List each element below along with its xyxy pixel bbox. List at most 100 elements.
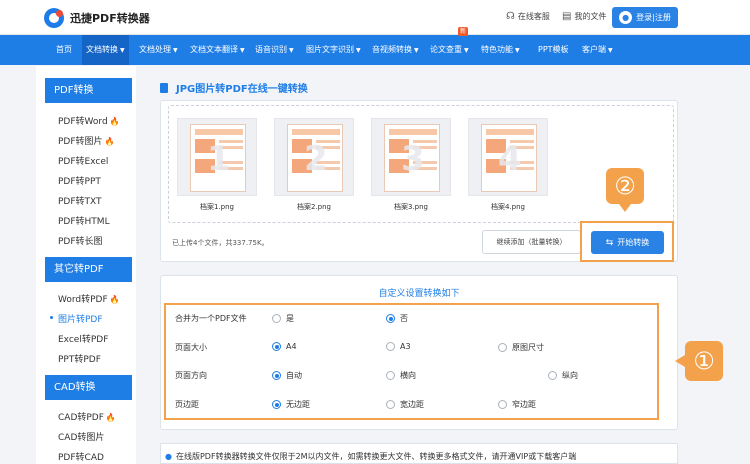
page-size-original-radio[interactable]: 原图尺寸	[498, 342, 544, 353]
file-name: 档案4.png	[490, 203, 525, 211]
sidebar-item-image-to-pdf[interactable]: 图片转PDF	[58, 312, 103, 325]
radio-circle	[548, 371, 557, 380]
preview-header	[389, 129, 437, 135]
upload-status: 已上传4个文件，共337.75K。	[172, 239, 269, 247]
sidebar-item-ppt-to-pdf[interactable]: PPT转PDF	[58, 352, 101, 365]
radio-circle	[272, 314, 281, 323]
orientation-label: 页面方向	[175, 371, 207, 380]
nav-home[interactable]: 首页	[56, 35, 72, 65]
sidebar-item-pdf-to-cad[interactable]: PDF转CAD	[58, 450, 104, 463]
sidebar-item-pdf-to-ppt[interactable]: PDF转PPT	[58, 174, 101, 187]
sidebar-section-pdf-convert[interactable]: PDF转换	[45, 78, 132, 103]
sidebar-item-pdf-to-excel[interactable]: PDF转Excel	[58, 154, 108, 167]
start-convert-button[interactable]: ⇆ 开始转换	[591, 231, 664, 254]
active-bullet-icon	[50, 316, 53, 319]
nav-ppt-templates[interactable]: PPT模板	[538, 35, 569, 65]
option-label: 纵向	[562, 371, 578, 380]
logo-icon	[44, 8, 64, 28]
orientation-landscape-radio[interactable]: 横向	[386, 370, 416, 381]
file-name: 档案2.png	[296, 203, 331, 211]
radio-circle	[386, 314, 395, 323]
option-label: 是	[286, 314, 294, 323]
page-preview: 2	[287, 124, 343, 192]
page-number-watermark: 4	[498, 139, 522, 179]
option-label: 横向	[400, 371, 416, 380]
document-icon	[160, 82, 168, 93]
option-label: 无边距	[286, 400, 310, 409]
login-register-button[interactable]: ● 登录|注册	[612, 7, 678, 28]
nav-speech-recognition[interactable]: 语音识别 ▼	[255, 35, 294, 65]
file-thumbnail[interactable]: 4	[468, 118, 548, 196]
page-preview: 3	[384, 124, 440, 192]
caret-down-icon: ▼	[289, 47, 294, 54]
nav-document-convert[interactable]: 文档转换 ▼	[82, 35, 129, 65]
my-files-link[interactable]: ▤ 我的文件	[562, 11, 606, 22]
sidebar-item-pdf-to-word[interactable]: PDF转Word 🔥	[58, 114, 120, 127]
fire-icon: 🔥	[105, 413, 116, 422]
sidebar-item-pdf-to-txt[interactable]: PDF转TXT	[58, 194, 102, 207]
caret-down-icon: ▼	[240, 47, 245, 54]
caret-down-icon: ▼	[414, 47, 419, 54]
nav-client[interactable]: 客户端 ▼	[582, 35, 613, 65]
customer-service-link[interactable]: ☊ 在线客服	[506, 11, 550, 22]
nav-label: 首页	[56, 45, 72, 54]
page-size-a3-radio[interactable]: A3	[386, 342, 411, 351]
file-thumbnail[interactable]: 2	[274, 118, 354, 196]
bullet-icon: ●	[165, 452, 172, 461]
page-number-watermark: 1	[207, 139, 231, 179]
start-convert-label: 开始转换	[617, 238, 650, 247]
nav-av-convert[interactable]: 音视频转换 ▼	[372, 35, 419, 65]
login-register-label: 登录|注册	[636, 13, 671, 22]
sidebar-section-other-to-pdf[interactable]: 其它转PDF	[45, 257, 132, 282]
merge-no-radio[interactable]: 否	[386, 313, 408, 324]
nav-ocr[interactable]: 图片文字识别 ▼	[306, 35, 361, 65]
step-2-callout: ②	[606, 168, 644, 212]
margin-wide-radio[interactable]: 宽边距	[386, 399, 424, 410]
caret-down-icon: ▼	[356, 47, 361, 54]
margin-none-radio[interactable]: 无边距	[272, 399, 310, 410]
sidebar-item-pdf-to-html[interactable]: PDF转HTML	[58, 214, 110, 227]
page-size-a4-radio[interactable]: A4	[272, 342, 297, 351]
page-preview: 4	[481, 124, 537, 192]
orientation-auto-radio[interactable]: 自动	[272, 370, 302, 381]
sidebar-item-word-to-pdf[interactable]: Word转PDF 🔥	[58, 292, 120, 305]
note-text: ● 在线版PDF转换器转换文件仅限于2M以内文件，如需转换更大文件、转换更多格式文…	[165, 451, 576, 462]
radio-circle	[272, 342, 281, 351]
radio-circle	[498, 343, 507, 352]
file-thumbnail[interactable]: 1	[177, 118, 257, 196]
nav-label: 论文查重	[430, 45, 462, 54]
orientation-portrait-radio[interactable]: 纵向	[548, 370, 578, 381]
document-icon: ▤	[562, 11, 572, 22]
my-files-label: 我的文件	[574, 12, 607, 21]
sidebar-section-cad-convert[interactable]: CAD转换	[45, 375, 132, 400]
page-title-text: JPG图片转PDF在线一键转换	[176, 84, 308, 95]
sidebar-item-cad-to-image[interactable]: CAD转图片	[58, 430, 104, 443]
radio-circle	[498, 400, 507, 409]
nav-label: 语音识别	[255, 45, 287, 54]
add-more-files-button[interactable]: 继续添加（批量转换）	[482, 230, 581, 254]
nav-translate[interactable]: 文档文本翻译 ▼	[190, 35, 245, 65]
option-label: 否	[400, 314, 408, 323]
nav-plagiarism-check[interactable]: 论文查重 ▼ 新	[430, 27, 469, 65]
user-icon: ●	[619, 11, 633, 24]
radio-circle	[272, 371, 281, 380]
page-number-watermark: 3	[401, 139, 425, 179]
app-logo[interactable]: 迅捷PDF转换器	[44, 8, 150, 28]
sidebar-item-cad-to-pdf[interactable]: CAD转PDF 🔥	[58, 410, 116, 423]
headset-icon: ☊	[506, 11, 515, 22]
sidebar-item-pdf-to-long-image[interactable]: PDF转长图	[58, 234, 103, 247]
sidebar-item-pdf-to-image[interactable]: PDF转图片 🔥	[58, 134, 115, 147]
margin-narrow-radio[interactable]: 窄边距	[498, 399, 536, 410]
sidebar-item-excel-to-pdf[interactable]: Excel转PDF	[58, 332, 108, 345]
nav-document-process[interactable]: 文档处理 ▼	[139, 35, 178, 65]
file-thumbnail[interactable]: 3	[371, 118, 451, 196]
nav-label: 文档处理	[139, 45, 171, 54]
option-label: 窄边距	[512, 400, 536, 409]
nav-label: 客户端	[582, 45, 606, 54]
preview-header	[292, 129, 340, 135]
nav-features[interactable]: 特色功能 ▼	[481, 35, 520, 65]
radio-circle	[386, 342, 395, 351]
nav-label: 文档文本翻译	[190, 45, 238, 54]
merge-yes-radio[interactable]: 是	[272, 313, 294, 324]
sidebar-item-label: CAD转PDF	[58, 413, 104, 423]
